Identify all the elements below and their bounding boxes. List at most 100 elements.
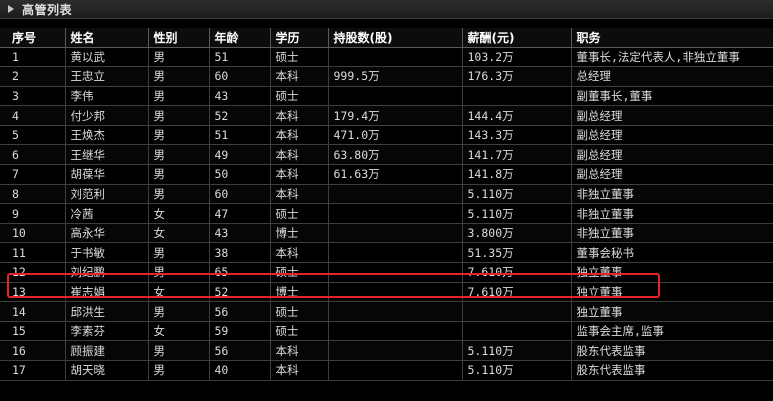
cell-position: 副总经理 — [571, 105, 773, 126]
panel-title: 高管列表 — [22, 2, 73, 17]
table-row-highlighted[interactable]: 12 刘纪鹏男 65 硕士 7.610万 独立董事 — [0, 262, 773, 283]
table-row[interactable]: 10 高永华女 43 博士 3.800万 非独立董事 — [0, 223, 773, 244]
cell-name: 李伟 — [65, 86, 149, 107]
column-header-gender[interactable]: 性别 — [148, 28, 210, 48]
cell-position: 股东代表监事 — [571, 360, 773, 381]
cell-index: 5 — [0, 125, 66, 146]
cell-position: 独立董事 — [571, 301, 773, 322]
column-header-position[interactable]: 职务 — [571, 28, 773, 48]
cell-gender: 男 — [148, 125, 210, 146]
cell-gender: 男 — [148, 360, 210, 381]
column-header-salary[interactable]: 薪酬(元) — [462, 28, 572, 48]
cell-education: 本科 — [270, 66, 329, 87]
column-header-shares[interactable]: 持股数(股) — [328, 28, 463, 48]
cell-shares — [328, 86, 463, 107]
table-row[interactable]: 1 黄以武男 51 硕士 103.2万 董事长,法定代表人,非独立董事 — [0, 47, 773, 68]
column-header-age[interactable]: 年龄 — [209, 28, 271, 48]
table-row[interactable]: 3 李伟男 43 硕士 副董事长,董事 — [0, 86, 773, 107]
expand-triangle-icon[interactable] — [8, 5, 14, 13]
cell-shares — [328, 360, 463, 381]
cell-education: 本科 — [270, 340, 329, 361]
table-row[interactable]: 8 刘范利男 60 本科 5.110万 非独立董事 — [0, 184, 773, 205]
table-row[interactable]: 14 邱洪生男 56 硕士 独立董事 — [0, 301, 773, 322]
cell-salary: 141.8万 — [462, 164, 572, 185]
cell-age: 50 — [209, 164, 271, 185]
cell-index: 17 — [0, 360, 66, 381]
cell-age: 49 — [209, 144, 271, 166]
cell-shares — [328, 301, 463, 322]
column-header-education[interactable]: 学历 — [270, 28, 329, 48]
cell-salary: 103.2万 — [462, 47, 572, 68]
cell-age: 52 — [209, 105, 271, 126]
column-header-name[interactable]: 姓名 — [65, 28, 149, 48]
cell-age: 47 — [209, 203, 271, 224]
cell-gender: 男 — [148, 144, 210, 166]
table-row[interactable]: 13 崔志娟女 52 博士 7.610万 独立董事 — [0, 282, 773, 303]
cell-education: 硕士 — [270, 203, 329, 224]
cell-index: 13 — [0, 282, 66, 303]
executive-list-panel-header[interactable]: 高管列表 — [0, 0, 773, 19]
cell-education: 硕士 — [270, 47, 329, 68]
cell-age: 60 — [209, 66, 271, 87]
cell-education: 本科 — [270, 105, 329, 126]
cell-salary: 176.3万 — [462, 66, 572, 87]
cell-shares — [328, 223, 463, 244]
cell-position: 股东代表监事 — [571, 340, 773, 361]
cell-shares — [328, 47, 463, 68]
table-row[interactable]: 4 付少邦男 52 本科 179.4万 144.4万 副总经理 — [0, 105, 773, 126]
cell-education: 本科 — [270, 164, 329, 185]
cell-age: 51 — [209, 125, 271, 146]
table-row[interactable]: 11 于书敏男 38 本科 51.35万 董事会秘书 — [0, 242, 773, 264]
cell-gender: 男 — [148, 184, 210, 205]
cell-name: 顾振建 — [65, 340, 149, 361]
cell-name: 胡葆华 — [65, 164, 149, 185]
cell-education: 本科 — [270, 242, 329, 264]
cell-name: 黄以武 — [65, 47, 149, 68]
cell-shares — [328, 321, 463, 342]
cell-gender: 女 — [148, 321, 210, 342]
cell-index: 12 — [0, 262, 66, 283]
table-row[interactable]: 6 王继华男 49 本科 63.80万 141.7万 副总经理 — [0, 144, 773, 166]
cell-name: 王忠立 — [65, 66, 149, 87]
cell-education: 硕士 — [270, 301, 329, 322]
table-row[interactable]: 7 胡葆华男 50 本科 61.63万 141.8万 副总经理 — [0, 164, 773, 185]
cell-age: 52 — [209, 282, 271, 303]
cell-age: 56 — [209, 301, 271, 322]
cell-name: 崔志娟 — [65, 282, 149, 303]
cell-shares: 179.4万 — [328, 105, 463, 126]
cell-salary: 141.7万 — [462, 144, 572, 166]
cell-position: 独立董事 — [571, 262, 773, 283]
cell-name: 付少邦 — [65, 105, 149, 126]
cell-salary: 51.35万 — [462, 242, 572, 264]
cell-shares — [328, 184, 463, 205]
cell-shares: 999.5万 — [328, 66, 463, 87]
cell-salary: 143.3万 — [462, 125, 572, 146]
cell-index: 10 — [0, 223, 66, 244]
cell-gender: 女 — [148, 223, 210, 244]
cell-index: 14 — [0, 301, 66, 322]
table-row[interactable]: 15 李素芬女 59 硕士 监事会主席,监事 — [0, 321, 773, 342]
table-row[interactable]: 16 顾振建男 56 本科 5.110万 股东代表监事 — [0, 340, 773, 361]
cell-salary: 144.4万 — [462, 105, 572, 126]
column-header-index[interactable]: 序号 — [0, 28, 66, 48]
cell-name: 李素芬 — [65, 321, 149, 342]
table-row[interactable]: 9 冷茜女 47 硕士 5.110万 非独立董事 — [0, 203, 773, 224]
cell-salary: 5.110万 — [462, 203, 572, 224]
table-row[interactable]: 17 胡天晓男 40 本科 5.110万 股东代表监事 — [0, 360, 773, 381]
cell-education: 博士 — [270, 282, 329, 303]
table-row[interactable]: 5 王焕杰男 51 本科 471.0万 143.3万 副总经理 — [0, 125, 773, 146]
cell-index: 8 — [0, 184, 66, 205]
cell-position: 副总经理 — [571, 144, 773, 166]
cell-name: 高永华 — [65, 223, 149, 244]
app-window: 高管列表 序号 姓名 性别 年龄 学历 持股数(股) 薪酬(元) 职务 1 黄以武… — [0, 0, 773, 401]
cell-gender: 男 — [148, 242, 210, 264]
cell-position: 董事长,法定代表人,非独立董事 — [571, 47, 773, 68]
cell-salary: 7.610万 — [462, 262, 572, 283]
cell-position: 总经理 — [571, 66, 773, 87]
cell-shares — [328, 203, 463, 224]
executive-table: 序号 姓名 性别 年龄 学历 持股数(股) 薪酬(元) 职务 1 黄以武男 51 硕士… — [0, 28, 773, 381]
table-row[interactable]: 2 王忠立男 60 本科 999.5万 176.3万 总经理 — [0, 66, 773, 87]
cell-gender: 男 — [148, 47, 210, 68]
cell-position: 非独立董事 — [571, 184, 773, 205]
cell-education: 本科 — [270, 184, 329, 205]
